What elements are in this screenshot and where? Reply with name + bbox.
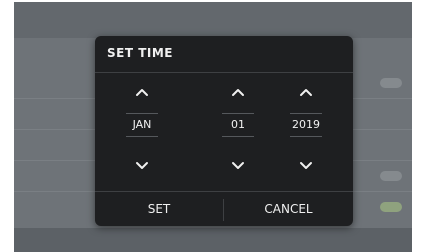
dialog-title: SET TIME xyxy=(107,46,173,60)
device-screen: SET TIME JAN 01 2019 SET CANCEL xyxy=(14,2,412,252)
year-picker: 2019 xyxy=(281,80,331,176)
background-bottom-bar xyxy=(14,228,412,252)
year-up-chevron-icon[interactable] xyxy=(296,82,316,102)
background-toggle xyxy=(380,171,402,181)
picker-divider xyxy=(222,113,254,114)
month-down-chevron-icon[interactable] xyxy=(132,156,152,176)
device-bezel: SET TIME JAN 01 2019 SET CANCEL xyxy=(0,0,426,252)
set-time-dialog: SET TIME JAN 01 2019 SET CANCEL xyxy=(95,36,353,226)
day-picker: 01 xyxy=(213,80,263,176)
background-toggle xyxy=(380,202,402,212)
set-button[interactable]: SET xyxy=(95,192,223,226)
background-header xyxy=(14,2,412,38)
picker-divider xyxy=(290,136,322,137)
picker-divider xyxy=(222,136,254,137)
picker-divider xyxy=(126,113,158,114)
day-up-chevron-icon[interactable] xyxy=(228,82,248,102)
day-down-chevron-icon[interactable] xyxy=(228,156,248,176)
year-down-chevron-icon[interactable] xyxy=(296,156,316,176)
cancel-button[interactable]: CANCEL xyxy=(224,192,353,226)
divider xyxy=(95,72,353,73)
background-toggle xyxy=(380,78,402,88)
month-picker: JAN xyxy=(117,80,167,176)
month-up-chevron-icon[interactable] xyxy=(132,82,152,102)
year-value: 2019 xyxy=(292,118,320,131)
picker-divider xyxy=(290,113,322,114)
day-value: 01 xyxy=(231,118,245,131)
picker-divider xyxy=(126,136,158,137)
month-value: JAN xyxy=(132,118,152,131)
